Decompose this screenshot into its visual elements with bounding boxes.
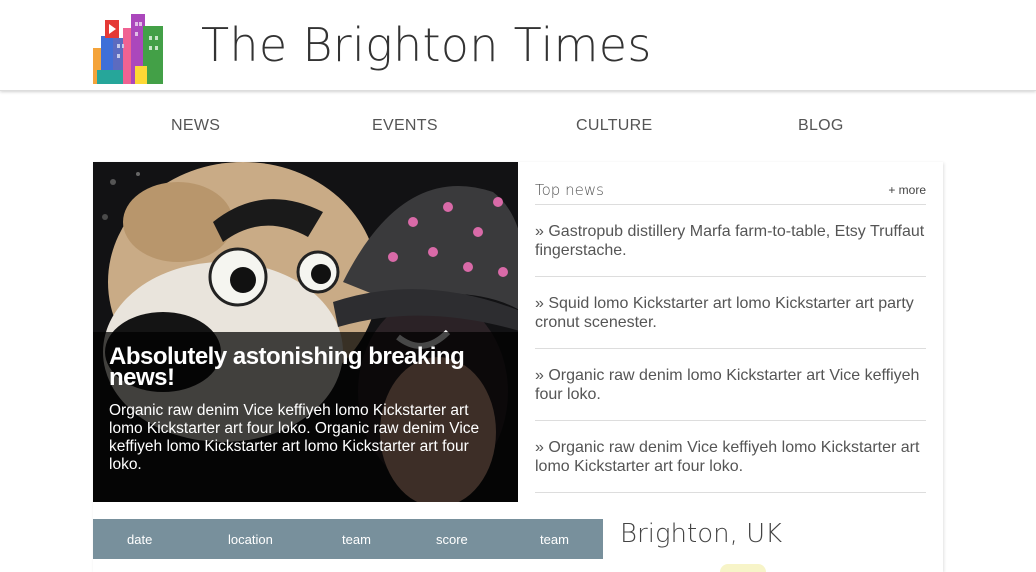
more-link[interactable]: + more xyxy=(888,183,926,197)
top-news-header: Top news + more xyxy=(535,177,926,205)
news-item[interactable]: » Organic raw denim lomo Kickstarter art… xyxy=(535,349,926,421)
column-team: team xyxy=(540,532,569,547)
top-news-panel: Top news + more » Gastropub distillery M… xyxy=(535,177,926,493)
sun-icon xyxy=(720,564,766,572)
nav-news[interactable]: NEWS xyxy=(171,117,220,135)
city-buildings-logo-icon[interactable] xyxy=(93,14,165,84)
content-card: Absolutely astonishing breaking news! Or… xyxy=(93,162,943,572)
hero-headline[interactable]: Absolutely astonishing breaking news! xyxy=(109,345,509,390)
site-header: The Brighton Times xyxy=(0,0,1036,91)
news-item[interactable]: » Organic raw denim Vice keffiyeh lomo K… xyxy=(535,421,926,493)
nav-blog[interactable]: BLOG xyxy=(798,117,844,135)
site-title: The Brighton Times xyxy=(201,18,652,72)
column-location: location xyxy=(228,532,273,547)
column-score: score xyxy=(436,532,468,547)
hero-summary: Organic raw denim Vice keffiyeh lomo Kic… xyxy=(109,402,480,473)
news-item[interactable]: » Squid lomo Kickstarter art lomo Kickst… xyxy=(535,277,926,349)
column-team: team xyxy=(342,532,371,547)
news-item[interactable]: » Gastropub distillery Marfa farm-to-tab… xyxy=(535,205,926,277)
weather-city: Brighton, UK xyxy=(620,519,783,549)
hero-story[interactable]: Absolutely astonishing breaking news! Or… xyxy=(93,162,518,502)
nav-events[interactable]: EVENTS xyxy=(372,117,438,135)
nav-culture[interactable]: CULTURE xyxy=(576,117,652,135)
main-nav: NEWS EVENTS CULTURE BLOG xyxy=(93,110,943,142)
top-news-title: Top news xyxy=(535,181,604,199)
scores-table-header: date location team score team xyxy=(93,519,603,559)
column-date: date xyxy=(127,532,153,547)
